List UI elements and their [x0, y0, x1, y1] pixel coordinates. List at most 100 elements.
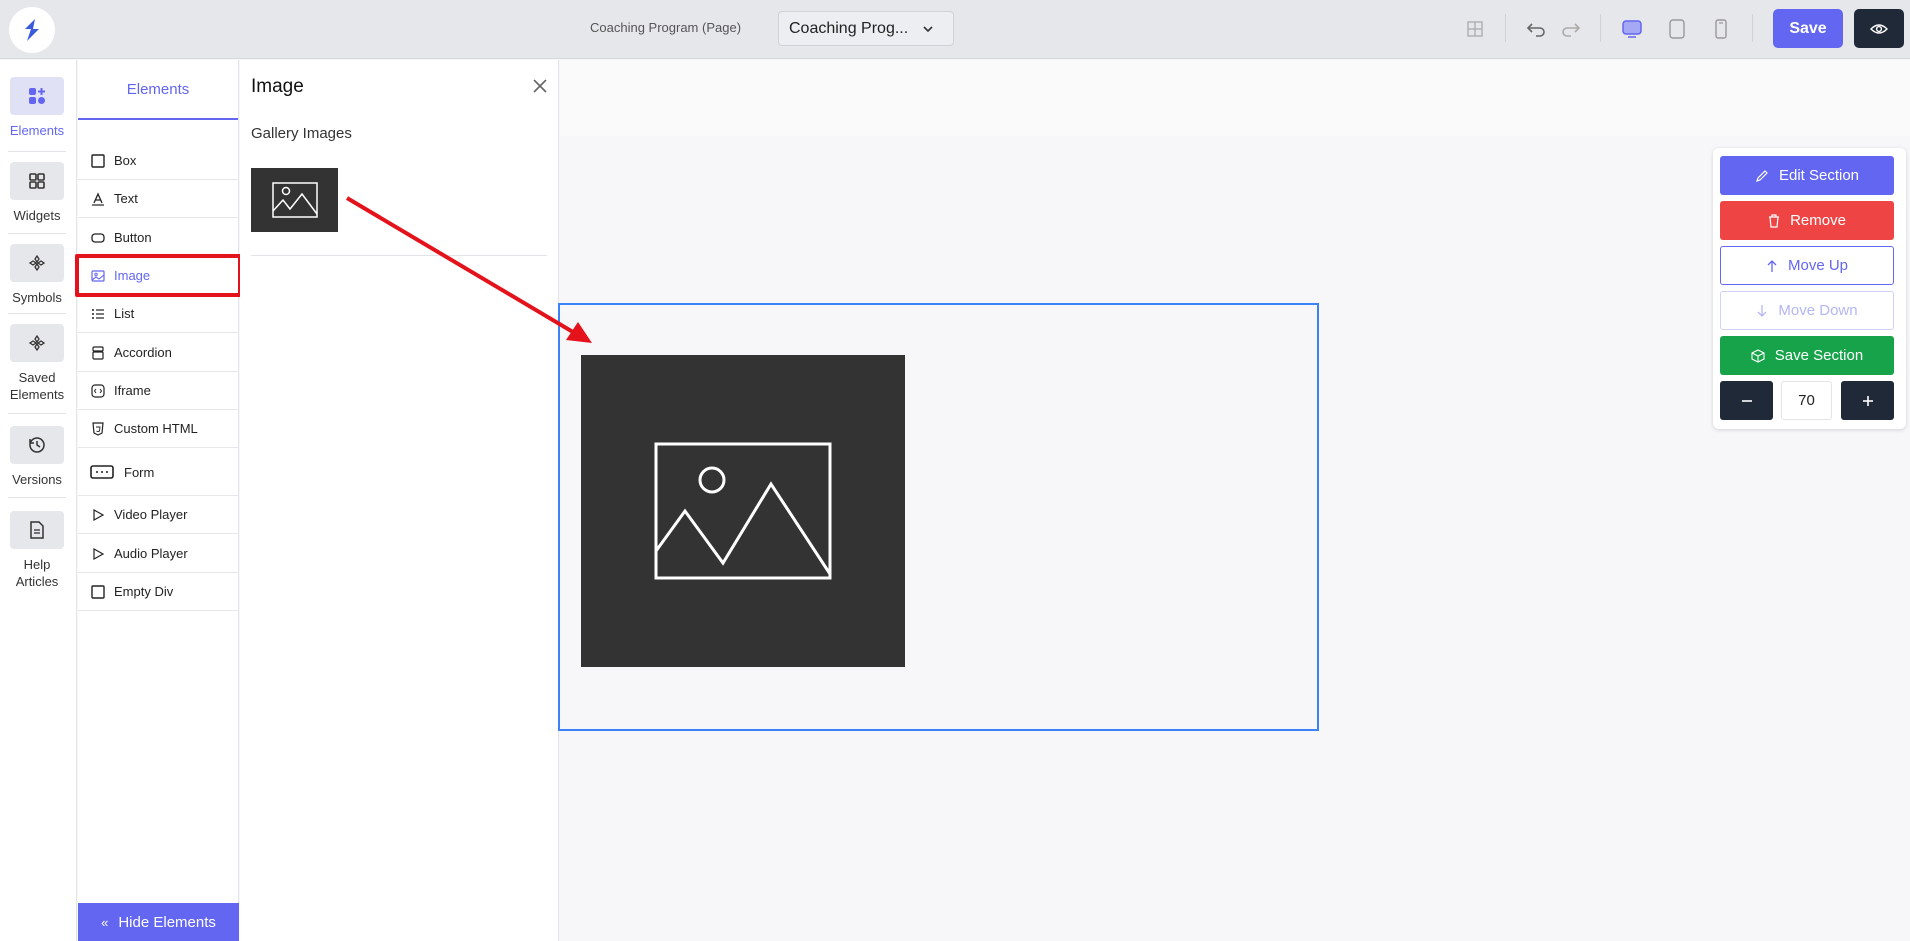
tab-elements[interactable]: Elements [78, 60, 238, 120]
element-item-form[interactable]: Form [78, 449, 239, 496]
element-item-accordion[interactable]: Accordion [78, 334, 239, 372]
edit-section-button[interactable]: Edit Section [1720, 156, 1894, 195]
move-up-label: Move Up [1787, 257, 1849, 274]
rail-label: Help Articles [15, 557, 59, 589]
save-button[interactable]: Save [1773, 9, 1843, 48]
double-chevron-left-icon: « [101, 914, 109, 930]
list-icon [90, 306, 106, 322]
element-item-audio-player[interactable]: Audio Player [78, 535, 239, 573]
rail-label: Versions [12, 472, 62, 487]
element-label: Video Player [114, 507, 188, 522]
mobile-view-icon[interactable] [1708, 16, 1734, 42]
history-icon [10, 426, 64, 464]
rail-item-saved-elements[interactable]: Saved Elements [8, 324, 66, 403]
chevron-down-icon [923, 26, 933, 33]
save-section-label: Save Section [1774, 347, 1864, 364]
image-placeholder-icon [271, 182, 318, 218]
eye-icon [1870, 23, 1888, 34]
left-rail: Elements Widgets Symbols Saved Elements … [0, 60, 77, 941]
html-icon [90, 421, 106, 437]
zoom-increase-button[interactable] [1841, 381, 1894, 420]
square-icon [90, 584, 106, 600]
desktop-view-icon[interactable] [1619, 16, 1645, 42]
plus-icon [1862, 395, 1873, 406]
gallery-image-thumbnail[interactable] [251, 168, 338, 232]
element-label: Empty Div [114, 584, 174, 599]
rail-item-help-articles[interactable]: Help Articles [8, 511, 66, 590]
element-label: Form [124, 464, 155, 480]
element-item-button[interactable]: Button [78, 219, 239, 257]
rail-item-versions[interactable]: Versions [8, 426, 66, 488]
arrow-down-icon [1756, 304, 1768, 318]
rail-label: Symbols [12, 290, 62, 305]
image-panel: Image Gallery Images [240, 60, 559, 941]
element-item-iframe[interactable]: Iframe [78, 372, 239, 410]
element-label: Audio Player [114, 546, 188, 561]
element-item-text[interactable]: Text [78, 180, 239, 218]
rail-item-symbols[interactable]: Symbols [8, 244, 66, 306]
canvas-image-element[interactable] [581, 355, 905, 667]
section-toolbar: Edit Section Remove Move Up Move Down Sa… [1713, 148, 1906, 429]
zoom-value[interactable]: 70 [1781, 381, 1832, 420]
square-icon [90, 153, 106, 169]
page-label: Coaching Program (Page) [590, 20, 742, 35]
elements-panel: Elements Box Text Button Image List Acco… [78, 60, 239, 941]
preview-button[interactable] [1854, 9, 1904, 48]
remove-section-button[interactable]: Remove [1720, 201, 1894, 240]
app-logo[interactable] [9, 7, 55, 53]
save-section-button[interactable]: Save Section [1720, 336, 1894, 375]
trash-icon [1768, 213, 1780, 228]
element-item-empty-div[interactable]: Empty Div [78, 573, 239, 611]
divider [8, 413, 66, 414]
rail-item-widgets[interactable]: Widgets [8, 162, 66, 224]
move-up-button[interactable]: Move Up [1720, 246, 1894, 285]
cube-icon [1751, 348, 1765, 363]
element-label: List [114, 306, 135, 321]
divider [251, 255, 547, 256]
element-item-video-player[interactable]: Video Player [78, 496, 239, 534]
button-icon [90, 230, 106, 246]
widgets-icon [10, 162, 64, 200]
element-item-custom-html[interactable]: Custom HTML [78, 410, 239, 448]
hide-elements-button[interactable]: « Hide Elements [78, 903, 239, 941]
grid-icon[interactable] [1462, 16, 1488, 42]
minus-icon [1741, 399, 1752, 402]
canvas-header-area [560, 60, 1910, 136]
play-icon [90, 546, 106, 562]
divider [8, 233, 66, 234]
page-select-value: Coaching Prog... [789, 19, 909, 37]
divider [8, 497, 66, 498]
edit-section-label: Edit Section [1778, 167, 1860, 184]
zoom-decrease-button[interactable] [1720, 381, 1773, 420]
rail-label: Elements [9, 123, 65, 138]
divider [8, 151, 66, 152]
undo-icon[interactable] [1523, 16, 1549, 42]
element-label: Custom HTML [114, 421, 198, 436]
move-down-button[interactable]: Move Down [1720, 291, 1894, 330]
pencil-icon [1755, 169, 1769, 183]
arrow-up-icon [1766, 259, 1778, 273]
rail-label: Widgets [13, 208, 61, 223]
tablet-view-icon[interactable] [1664, 16, 1690, 42]
element-item-box[interactable]: Box [78, 142, 239, 180]
form-icon [90, 464, 114, 480]
element-label: Accordion [114, 345, 172, 360]
hide-elements-label: Hide Elements [118, 913, 216, 931]
iframe-icon [90, 383, 106, 399]
remove-label: Remove [1790, 212, 1846, 229]
element-item-list[interactable]: List [78, 295, 239, 333]
image-placeholder-icon [654, 442, 832, 580]
symbols-icon [10, 244, 64, 282]
close-icon[interactable] [531, 77, 549, 95]
gallery-images-label: Gallery Images [251, 125, 352, 142]
elements-icon [10, 77, 64, 115]
element-label: Box [114, 153, 137, 168]
element-label: Text [114, 191, 138, 206]
image-panel-title: Image [251, 76, 304, 97]
text-icon [90, 191, 106, 207]
rail-item-elements[interactable]: Elements [8, 77, 66, 139]
redo-icon[interactable] [1558, 16, 1584, 42]
page-select[interactable]: Coaching Prog... [778, 11, 954, 46]
logo-icon [25, 19, 39, 41]
divider [1505, 14, 1506, 42]
